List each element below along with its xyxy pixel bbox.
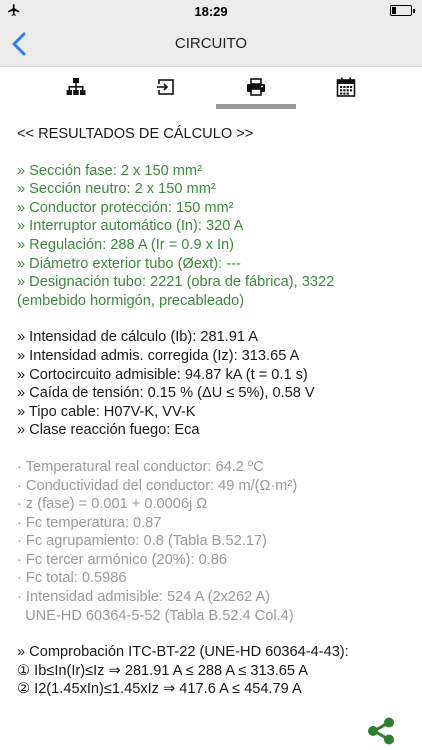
result-line: · Fc total: 0.5986 xyxy=(17,570,127,587)
result-line: » Conductor protección: 150 mm² xyxy=(17,199,234,216)
result-line: » Cortocircuito admisible: 94.87 kA (t =… xyxy=(17,366,308,383)
tab-calendar[interactable] xyxy=(301,67,391,107)
result-line: » Diámetro exterior tubo (Øext): --- xyxy=(17,255,241,272)
result-line: » Designación tubo: 2221 (obra de fábric… xyxy=(17,274,335,291)
results-group-verification: » Comprobación ITC-BT-22 (UNE-HD 60364-4… xyxy=(17,643,417,699)
result-line: » Tipo cable: H07V-K, VV-K xyxy=(17,403,196,420)
active-tab-indicator xyxy=(216,104,296,109)
result-line: » Sección fase: 2 x 150 mm² xyxy=(17,162,202,179)
result-line: » Interruptor automático (In): 320 A xyxy=(17,218,244,235)
result-line: · Fc agrupamiento: 0.8 (Tabla B.52.17) xyxy=(17,533,267,550)
result-line: » Regulación: 288 A (Ir = 0.9 x In) xyxy=(17,236,235,253)
result-line: (embebido hormigón, precableado) xyxy=(17,292,245,309)
status-time: 18:29 xyxy=(194,4,228,19)
result-line: · Fc tercer armónico (20%): 0.86 xyxy=(17,551,228,568)
result-line: » Clase reacción fuego: Eca xyxy=(17,422,200,439)
result-line: » Intensidad admis. corregida (Iz): 313.… xyxy=(17,347,300,364)
results-panel: << RESULTADOS DE CÁLCULO >> » Sección fa… xyxy=(17,125,417,699)
tab-bar xyxy=(0,67,422,111)
results-group-factors: · Temperatural real conductor: 64.2 ºC ·… xyxy=(17,458,417,625)
calendar-icon xyxy=(336,77,356,97)
status-bar: 18:29 xyxy=(0,0,422,22)
result-line: » Comprobación ITC-BT-22 (UNE-HD 60364-4… xyxy=(17,644,349,661)
tab-print[interactable] xyxy=(211,67,301,109)
result-line: · z (fase) = 0.001 + 0.0006j Ω xyxy=(17,496,208,513)
result-line: » Caída de tensión: 0.15 % (ΔU ≤ 5%), 0.… xyxy=(17,385,315,402)
results-heading: << RESULTADOS DE CÁLCULO >> xyxy=(17,126,254,142)
tab-export[interactable] xyxy=(121,67,211,107)
results-group-sizing: » Sección fase: 2 x 150 mm² » Sección ne… xyxy=(17,162,417,311)
result-line: · Conductividad del conductor: 49 m/(Ω·m… xyxy=(17,477,298,494)
result-line: · Fc temperatura: 0.87 xyxy=(17,514,162,531)
export-icon xyxy=(156,79,174,95)
result-line: ② I2(1.45xIn)≤1.45xIz ⇒ 417.6 A ≤ 454.79… xyxy=(17,681,302,698)
result-line: » Intensidad de cálculo (Ib): 281.91 A xyxy=(17,329,258,346)
results-group-electrical: » Intensidad de cálculo (Ib): 281.91 A »… xyxy=(17,328,417,440)
result-line: ① Ib≤In(Ir)≤Iz ⇒ 281.91 A ≤ 288 A ≤ 313.… xyxy=(17,662,309,679)
result-line: » Sección neutro: 2 x 150 mm² xyxy=(17,181,216,198)
hierarchy-icon xyxy=(66,78,86,95)
page-title: CIRCUITO xyxy=(174,35,248,52)
navigation-bar: CIRCUITO xyxy=(0,22,422,67)
result-line: · Temperatural real conductor: 64.2 ºC xyxy=(17,458,264,475)
result-line: UNE-HD 60364-5-52 (Tabla B.52.4 Col.4) xyxy=(17,607,294,624)
tab-hierarchy[interactable] xyxy=(31,67,121,107)
share-icon[interactable] xyxy=(366,716,396,746)
printer-icon xyxy=(247,78,265,96)
battery-icon xyxy=(390,5,415,16)
result-line: · Intensidad admisible: 524 A (2x262 A) xyxy=(17,589,271,606)
